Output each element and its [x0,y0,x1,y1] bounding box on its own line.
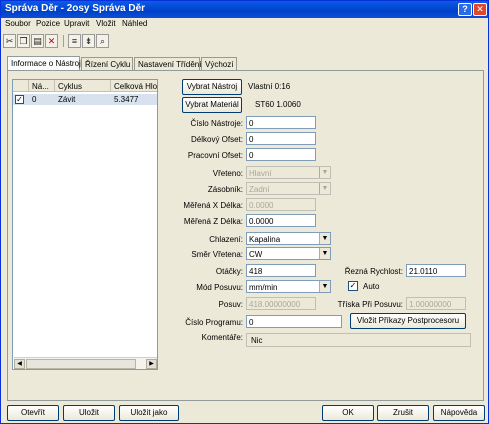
col-number[interactable]: Ná... [29,80,55,92]
length-offset-field[interactable]: 0 [246,132,316,145]
comment-label: Komentáře: [201,333,243,342]
chevron-down-icon[interactable]: ▼ [319,281,330,292]
col-total-depth[interactable]: Celková Hlo [111,80,157,92]
help-title-button[interactable]: ? [458,3,472,16]
cut-speed-field[interactable]: 21.0110 [406,264,466,277]
select-tool-button[interactable]: Vybrat Nástroj [182,79,242,95]
align-icon[interactable]: ≡ [68,34,81,48]
help-button[interactable]: Nápověda [433,405,485,421]
measured-z-field[interactable]: 0.0000 [246,214,316,227]
program-number-field[interactable]: 0 [246,315,342,328]
menu-bar: Soubor Pozice Upravit Vložit Náhled [1,18,488,31]
row-checkbox[interactable]: ✓ [15,95,24,104]
row-number: 0 [32,95,37,104]
scissors-icon[interactable]: ✂ [3,34,16,48]
spindle-direction-label: Směr Vřetena: [191,250,243,259]
window-title: Správa Děr - 2osy Správa Děr [5,3,146,14]
tab-panel: Ná... Cyklus Celková Hlo ✓ 0 Závit 5.347… [7,70,484,401]
chevron-down-icon[interactable]: ▼ [319,183,330,194]
feed-mode-select[interactable]: mm/min ▼ [246,280,331,293]
material-text: ST60 1.0060 [255,100,301,109]
spindle-direction-select[interactable]: CW ▼ [246,247,331,260]
copy-icon[interactable]: ❐ [17,34,30,48]
feed-mode-value: mm/min [249,283,278,292]
comment-field[interactable]: Nic [246,333,471,347]
work-offset-field[interactable]: 0 [246,148,316,161]
feed-friction-field[interactable]: 1.00000000 [406,297,466,310]
program-number-label: Číslo Programu: [185,318,243,327]
save-as-button[interactable]: Uložit jako [119,405,179,421]
menu-pozice[interactable]: Pozice [36,19,60,28]
coolant-select[interactable]: Kapalina ▼ [246,232,331,245]
tab-informace-o-nastroji[interactable]: Informace o Nástroji [7,56,83,71]
owner-text: Vlastní 0:16 [248,82,291,91]
col-cycle[interactable]: Cyklus [55,80,111,92]
table-row[interactable]: ✓ 0 Závit 5.3477 [13,94,157,105]
auto-label: Auto [363,282,380,291]
tab-vychozi[interactable]: Výchozí [201,57,237,70]
work-offset-label: Pracovní Ofset: [187,151,243,160]
menu-nahled[interactable]: Náhled [122,19,147,28]
tab-rizeni-cyklu[interactable]: Řízení Cyklu [81,57,133,70]
spindle-direction-value: CW [249,250,263,259]
paste-icon[interactable]: ▤ [31,34,44,48]
col-check[interactable] [13,80,29,92]
title-bar: Správa Děr - 2osy Správa Děr ? ✕ [1,1,488,18]
magazine-value: Zadní [249,185,270,194]
magazine-select[interactable]: Zadní ▼ [246,182,331,195]
scroll-left-icon[interactable]: ◀ [14,359,25,369]
menu-vlozit[interactable]: Vložit [96,19,116,28]
feed-field[interactable]: 418.00000000 [246,297,316,310]
ok-button[interactable]: OK [322,405,374,421]
postprocessor-button[interactable]: Vložit Příkazy Postprocesoru [350,313,466,329]
scroll-right-icon[interactable]: ▶ [146,359,157,369]
menu-upravit[interactable]: Upravit [64,19,89,28]
feed-mode-label: Mód Posuvu: [196,283,243,292]
length-offset-label: Délkový Ofset: [190,135,243,144]
tab-nastaveni-trideni[interactable]: Nastavení Třídění [134,57,201,70]
spindle-value: Hlavní [249,169,272,178]
coolant-label: Chlazení: [209,235,243,244]
tool-number-field[interactable]: 0 [246,116,316,129]
measured-z-label: Měřená Z Délka: [183,217,243,226]
horizontal-scrollbar[interactable]: ◀ ▶ [14,357,157,369]
feed-label: Posuv: [218,300,243,309]
rpm-field[interactable]: 418 [246,264,316,277]
sort-icon[interactable]: ⇟ [82,34,95,48]
toolbar-separator [63,35,64,47]
select-material-button[interactable]: Vybrat Materiál [182,97,242,113]
measured-x-field[interactable]: 0.0000 [246,198,316,211]
save-button[interactable]: Uložit [63,405,115,421]
preview-icon[interactable]: ⌕ [96,34,109,48]
app-window: Správa Děr - 2osy Správa Děr ? ✕ Soubor … [0,0,489,424]
close-button[interactable]: ✕ [473,3,487,16]
delete-icon[interactable]: ✕ [45,34,58,48]
open-button[interactable]: Otevřít [7,405,59,421]
feed-friction-label: Tříska Při Posuvu: [337,300,403,309]
chevron-down-icon[interactable]: ▼ [319,167,330,178]
cycle-list[interactable]: Ná... Cyklus Celková Hlo ✓ 0 Závit 5.347… [12,79,158,370]
spindle-select[interactable]: Hlavní ▼ [246,166,331,179]
coolant-value: Kapalina [249,235,281,244]
tool-number-label: Číslo Nástroje: [190,119,243,128]
chevron-down-icon[interactable]: ▼ [319,233,330,244]
measured-x-label: Měřená X Délka: [183,201,243,210]
spindle-label: Vřeteno: [212,169,243,178]
chevron-down-icon[interactable]: ▼ [319,248,330,259]
rpm-label: Otáčky: [215,267,243,276]
scroll-thumb[interactable] [26,359,136,369]
auto-checkbox[interactable]: ✓ [348,281,358,291]
list-header: Ná... Cyklus Celková Hlo [13,80,157,92]
magazine-label: Zásobník: [207,185,243,194]
row-cycle: Závit [58,95,76,104]
menu-soubor[interactable]: Soubor [5,19,31,28]
cancel-button[interactable]: Zrušit [377,405,429,421]
row-depth: 5.3477 [114,95,139,104]
cut-speed-label: Řezná Rychlost: [344,267,403,276]
